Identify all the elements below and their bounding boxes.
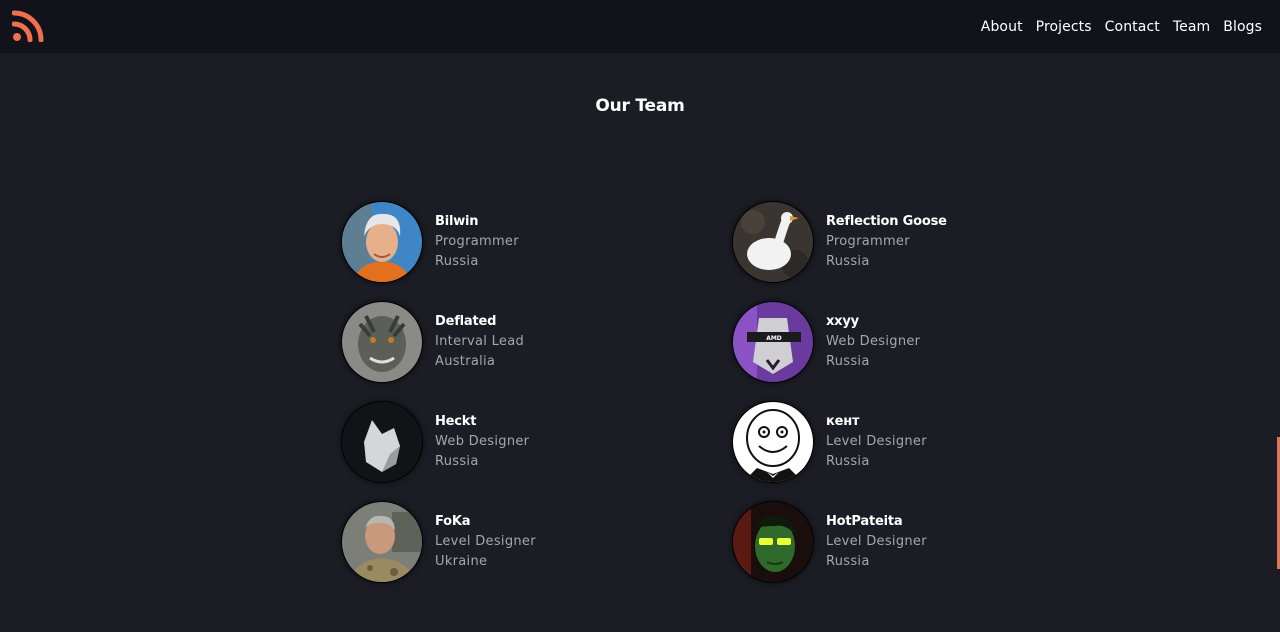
member-info: FoKa Level Designer Ukraine xyxy=(435,514,536,572)
top-navbar: About Projects Contact Team Blogs xyxy=(0,0,1280,53)
wolf-logo-avatar-icon xyxy=(342,402,422,482)
team-member-card: Reflection Goose Programmer Russia xyxy=(732,201,1032,283)
team-member-card: FoKa Level Designer Ukraine xyxy=(341,501,641,583)
team-member-card: Heckt Web Designer Russia xyxy=(341,401,641,483)
member-country: Russia xyxy=(826,354,870,369)
member-role: Interval Lead xyxy=(435,334,525,349)
avatar-photo-icon xyxy=(733,502,813,582)
member-country: Russia xyxy=(826,254,870,269)
main-nav: About Projects Contact Team Blogs xyxy=(981,0,1262,53)
team-member-card: AMD xxyy Web Designer Russia xyxy=(732,301,1032,383)
page-title: Our Team xyxy=(595,96,685,116)
member-name: Heckt xyxy=(435,414,477,429)
member-country: Australia xyxy=(435,354,496,369)
member-info: Heckt Web Designer Russia xyxy=(435,414,529,472)
member-avatar xyxy=(732,501,814,583)
team-member-card: Deflated Interval Lead Australia xyxy=(341,301,641,383)
rss-logo-icon[interactable] xyxy=(12,10,44,42)
nav-link-team[interactable]: Team xyxy=(1173,19,1210,35)
member-name: HotPateita xyxy=(826,514,903,529)
member-avatar xyxy=(732,201,814,283)
meme-face-avatar-icon xyxy=(733,402,813,482)
member-role: Level Designer xyxy=(826,434,927,449)
member-role: Level Designer xyxy=(826,534,927,549)
member-avatar xyxy=(341,201,423,283)
nav-link-projects[interactable]: Projects xyxy=(1036,19,1092,35)
member-role: Web Designer xyxy=(435,434,530,449)
creature-avatar-icon xyxy=(342,302,422,382)
member-name: xxyy xyxy=(826,314,859,329)
member-info: кент Level Designer Russia xyxy=(826,414,927,472)
member-role: Level Designer xyxy=(435,534,536,549)
nav-link-contact[interactable]: Contact xyxy=(1105,19,1160,35)
member-name: Bilwin xyxy=(435,214,479,229)
member-info: xxyy Web Designer Russia xyxy=(826,314,920,372)
member-name: FoKa xyxy=(435,514,471,529)
avatar-photo-icon xyxy=(342,202,422,282)
team-member-card: кент Level Designer Russia xyxy=(732,401,1032,483)
member-avatar xyxy=(341,501,423,583)
member-avatar xyxy=(341,301,423,383)
member-name: кент xyxy=(826,414,860,429)
team-member-card: HotPateita Level Designer Russia xyxy=(732,501,1032,583)
member-info: Bilwin Programmer Russia xyxy=(435,214,519,272)
team-member-card: Bilwin Programmer Russia xyxy=(341,201,641,283)
member-avatar xyxy=(732,401,814,483)
avatar-banner-text: AMD xyxy=(766,335,782,342)
goose-avatar-icon xyxy=(733,202,813,282)
nav-link-about[interactable]: About xyxy=(981,19,1023,35)
member-country: Russia xyxy=(826,554,870,569)
member-name: Reflection Goose xyxy=(826,214,947,229)
member-country: Russia xyxy=(435,254,479,269)
member-info: Deflated Interval Lead Australia xyxy=(435,314,524,372)
member-avatar xyxy=(341,401,423,483)
member-role: Programmer xyxy=(826,234,910,249)
member-country: Russia xyxy=(435,454,479,469)
nav-link-blogs[interactable]: Blogs xyxy=(1223,19,1262,35)
member-country: Russia xyxy=(826,454,870,469)
member-role: Web Designer xyxy=(826,334,921,349)
member-role: Programmer xyxy=(435,234,519,249)
member-avatar: AMD xyxy=(732,301,814,383)
member-name: Deflated xyxy=(435,314,497,329)
member-country: Ukraine xyxy=(435,554,488,569)
member-info: Reflection Goose Programmer Russia xyxy=(826,214,947,272)
member-info: HotPateita Level Designer Russia xyxy=(826,514,927,572)
avatar-photo-icon xyxy=(342,502,422,582)
amd-avatar-icon: AMD xyxy=(733,302,813,382)
